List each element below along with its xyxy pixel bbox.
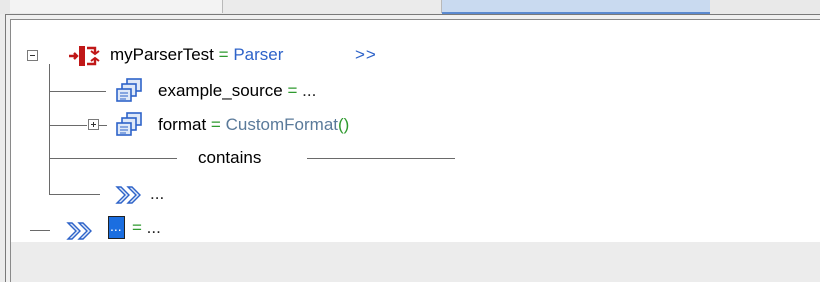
connector-format [50, 125, 87, 126]
selected-placeholder-text[interactable]: ... [110, 218, 122, 234]
source-eq: = [287, 81, 298, 100]
bottom-row[interactable]: = ... [132, 218, 161, 238]
format-name[interactable]: format [158, 115, 206, 134]
root-name[interactable]: myParserTest [110, 45, 214, 64]
source-row[interactable]: example_source = ... [158, 81, 316, 101]
root-type[interactable]: Parser [233, 45, 283, 64]
connector-bottom-left [30, 230, 50, 231]
object-copy-icon [116, 78, 142, 102]
tab-strip [0, 0, 820, 14]
connector-source [50, 91, 106, 92]
root-row[interactable]: myParserTest = Parser [110, 45, 283, 65]
expand-arrows-button[interactable]: >> [355, 45, 377, 65]
expand-toggle[interactable] [88, 119, 99, 130]
contains-label: contains [198, 148, 262, 167]
tab-1[interactable] [10, 0, 223, 13]
placeholder-dots[interactable]: ... [150, 184, 164, 204]
parser-icon [69, 46, 100, 66]
object-copy-icon [116, 112, 142, 136]
tab-active[interactable] [442, 0, 710, 14]
double-chevron-icon[interactable] [115, 184, 149, 206]
connector-contains-left [50, 158, 177, 159]
double-chevron-icon[interactable] [66, 220, 100, 242]
bottom-value[interactable]: ... [147, 218, 161, 237]
root-eq: = [218, 45, 229, 64]
format-eq: = [210, 115, 221, 134]
format-row[interactable]: format = CustomFormat() [158, 115, 349, 135]
connector-contains-right [307, 158, 455, 159]
format-call[interactable]: CustomFormat [226, 115, 338, 134]
bottom-eq: = [132, 218, 142, 237]
collapse-toggle[interactable] [27, 50, 38, 61]
tree-trunk-line [49, 64, 50, 195]
source-name[interactable]: example_source [158, 81, 283, 100]
tab-2[interactable] [223, 0, 442, 13]
connector-format-to-icon [99, 125, 107, 126]
editor-empty-area [11, 242, 820, 282]
format-parens: () [338, 115, 350, 134]
connector-placeholder [50, 194, 100, 195]
source-value[interactable]: ... [302, 81, 316, 100]
